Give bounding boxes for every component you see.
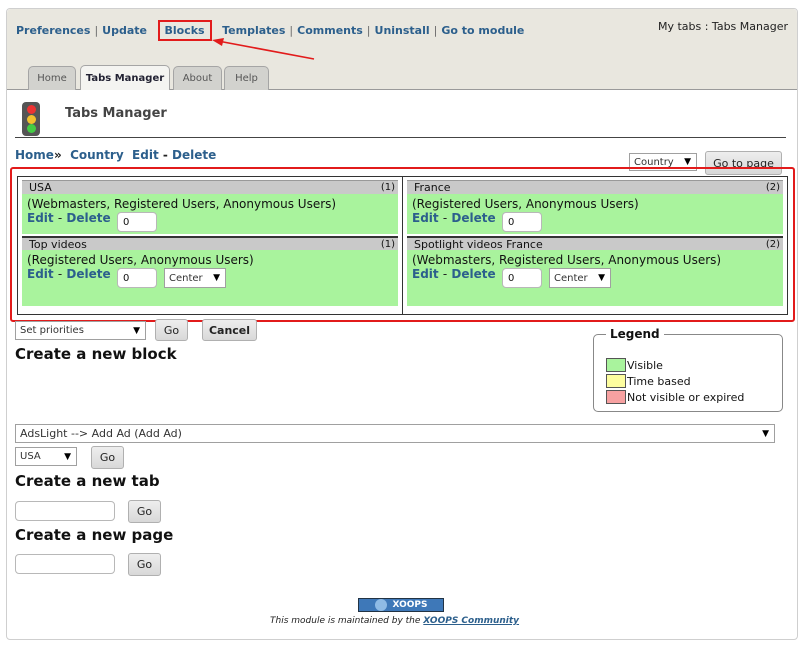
create-block-heading: Create a new block [15,345,177,363]
breadcrumb-delete[interactable]: Delete [172,148,216,162]
legend-item: Visible [606,358,663,372]
swatch-icon [606,358,626,372]
block-weight-input[interactable]: 0 [117,212,157,232]
create-page-heading: Create a new page [15,526,174,544]
module-logo-icon [22,102,40,136]
legend-title: Legend [606,327,664,341]
link-go-to-module[interactable]: Go to module [441,24,524,37]
block-count: (2) [765,182,780,193]
blocks-column-right: France (2) (Registered Users, Anonymous U… [402,177,787,314]
link-blocks[interactable]: Blocks [157,20,212,41]
create-tab-go-button[interactable]: Go [128,500,161,523]
chevron-down-icon: ▼ [213,273,220,283]
create-page-go-button[interactable]: Go [128,553,161,576]
new-tab-input[interactable] [15,501,115,521]
legend-item: Time based [606,374,691,388]
footer-text: This module is maintained by the XOOPS C… [270,616,520,626]
block-country-select[interactable]: USA ▼ [15,447,77,466]
block-delete-link[interactable]: Delete [451,267,495,281]
create-block-go-button[interactable]: Go [91,446,124,469]
block-weight-input[interactable]: 0 [502,212,542,232]
link-update[interactable]: Update [102,24,147,37]
xoops-community-link[interactable]: XOOPS Community [423,616,519,626]
block-name: USA [29,181,52,194]
tab-tabs-manager[interactable]: Tabs Manager [80,65,170,90]
block-position-select[interactable]: Center ▼ [164,268,226,288]
block-count: (1) [380,182,395,193]
divider [15,137,786,138]
block-delete-link[interactable]: Delete [66,211,110,225]
swatch-icon [606,390,626,404]
globe-icon [374,599,387,611]
chevron-down-icon: ▼ [598,273,605,283]
page-title: Tabs Manager [65,106,167,121]
block-groups: (Registered Users, Anonymous Users) [412,197,639,211]
create-tab-heading: Create a new tab [15,472,160,490]
block-groups: (Webmasters, Registered Users, Anonymous… [27,197,337,211]
breadcrumb: Home» Country Edit - Delete [15,148,217,162]
chevron-down-icon: ▼ [762,428,769,439]
legend-item: Not visible or expired [606,390,744,404]
new-page-input[interactable] [15,554,115,574]
mytabs-title: My tabs : Tabs Manager [657,20,788,33]
block-groups: (Registered Users, Anonymous Users) [27,253,254,267]
tab-help[interactable]: Help [224,66,269,90]
blocks-column-left: USA (1) (Webmasters, Registered Users, An… [18,177,402,314]
block-edit-link[interactable]: Edit [27,267,54,281]
block-edit-link[interactable]: Edit [412,267,439,281]
xoops-logo[interactable]: XOOPS [358,598,444,612]
block-edit-link[interactable]: Edit [412,211,439,225]
block-weight-input[interactable]: 0 [117,268,157,288]
block-name: France [414,181,451,194]
chevron-down-icon: ▼ [133,325,140,336]
block-item: Top videos (1) (Registered Users, Anonymo… [22,236,398,306]
block-item: Spotlight videos France (2) (Webmasters, … [407,236,783,306]
swatch-icon [606,374,626,388]
tab-about[interactable]: About [173,66,222,90]
chevron-down-icon: ▼ [64,451,71,462]
block-delete-link[interactable]: Delete [451,211,495,225]
breadcrumb-home[interactable]: Home [15,148,54,162]
block-type-select[interactable]: AdsLight --> Add Ad (Add Ad) ▼ [15,424,775,443]
breadcrumb-edit[interactable]: Edit [132,148,159,162]
block-weight-input[interactable]: 0 [502,268,542,288]
tab-home[interactable]: Home [28,66,76,90]
block-item: USA (1) (Webmasters, Registered Users, An… [22,180,398,234]
annotation-arrow-icon [212,38,315,60]
link-preferences[interactable]: Preferences [16,24,90,37]
block-edit-link[interactable]: Edit [27,211,54,225]
chevron-down-icon: ▼ [684,157,691,167]
blocks-area: USA (1) (Webmasters, Registered Users, An… [17,176,788,315]
block-position-select[interactable]: Center ▼ [549,268,611,288]
cancel-button[interactable]: Cancel [202,319,257,341]
block-delete-link[interactable]: Delete [66,267,110,281]
block-item: France (2) (Registered Users, Anonymous U… [407,180,783,234]
priorities-go-button[interactable]: Go [155,319,188,341]
legend: Legend Visible Time based Not visible or… [593,327,783,412]
link-uninstall[interactable]: Uninstall [375,24,430,37]
priorities-select[interactable]: Set priorities ▼ [15,321,146,340]
breadcrumb-country[interactable]: Country [70,148,124,162]
block-groups: (Webmasters, Registered Users, Anonymous… [412,253,722,267]
